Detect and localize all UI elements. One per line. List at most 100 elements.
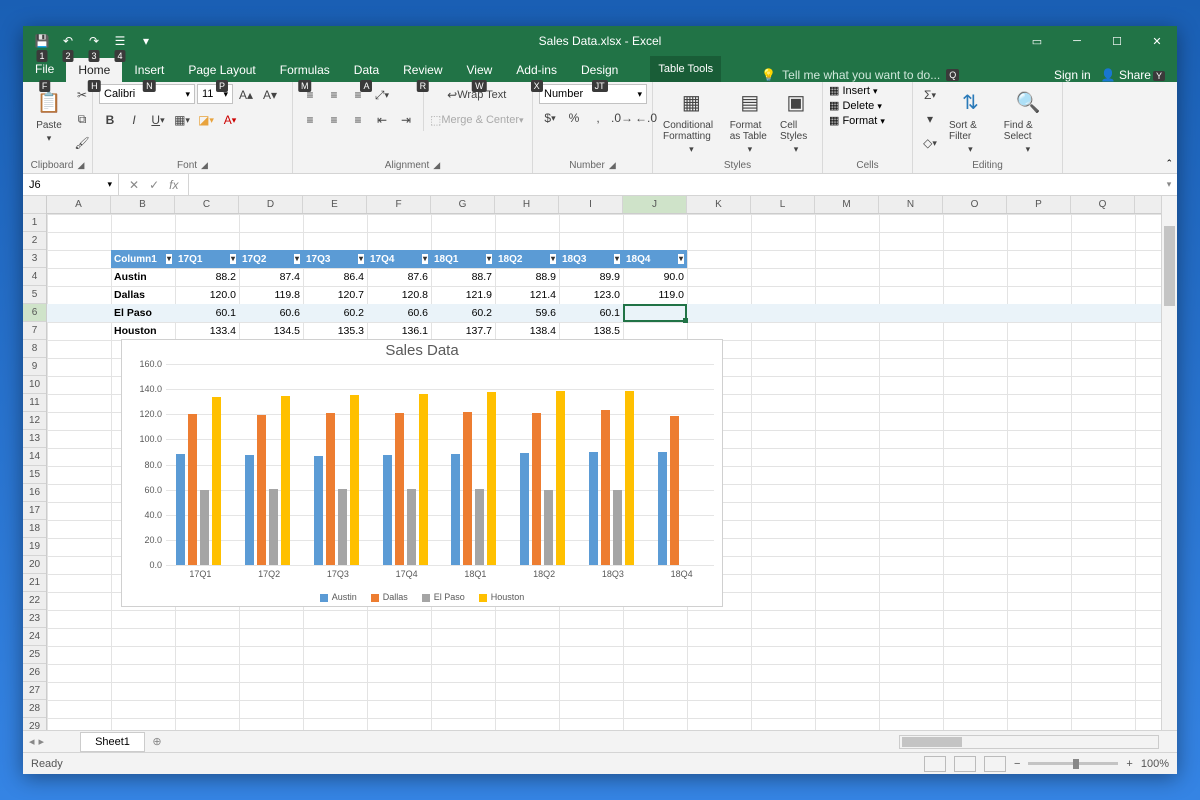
table-cell[interactable]: 120.0 xyxy=(175,286,239,304)
conditional-formatting-button[interactable]: ▦Conditional Formatting▾ xyxy=(659,84,724,157)
format-cells-button[interactable]: ▦ Format ▾ xyxy=(829,114,885,127)
column-header[interactable]: H xyxy=(495,196,559,213)
align-middle-icon[interactable]: ≡ xyxy=(323,84,345,106)
row-header[interactable]: 16 xyxy=(23,484,46,502)
table-cell[interactable]: 123.0 xyxy=(559,286,623,304)
border-icon[interactable]: ▦▾ xyxy=(171,109,193,131)
table-header-cell[interactable]: 17Q4▾ xyxy=(367,250,431,268)
align-left-icon[interactable]: ≡ xyxy=(299,109,321,131)
percent-format-icon[interactable]: % xyxy=(563,107,585,129)
new-sheet-icon[interactable]: ⊕ xyxy=(145,735,169,748)
column-header[interactable]: J xyxy=(623,196,687,213)
tab-scroll-right-icon[interactable]: ▸ xyxy=(39,735,45,748)
column-header[interactable]: F xyxy=(367,196,431,213)
delete-cells-button[interactable]: ▦ Delete ▾ xyxy=(829,99,882,112)
page-break-view-icon[interactable] xyxy=(984,756,1006,772)
ribbon-tab-insert[interactable]: InsertN xyxy=(122,58,176,82)
table-cell[interactable]: 135.3 xyxy=(303,322,367,340)
table-cell[interactable]: Dallas xyxy=(111,286,175,304)
table-cell[interactable]: 60.6 xyxy=(367,304,431,322)
qat-touch-icon[interactable]: ☰4 xyxy=(109,30,131,52)
vertical-scrollbar[interactable] xyxy=(1161,196,1177,730)
table-cell[interactable]: 134.5 xyxy=(239,322,303,340)
minimize-icon[interactable]: ─ xyxy=(1057,26,1097,56)
increase-indent-icon[interactable]: ⇥ xyxy=(395,109,417,131)
row-header[interactable]: 10 xyxy=(23,376,46,394)
row-header[interactable]: 27 xyxy=(23,682,46,700)
ribbon-tab-data[interactable]: DataA xyxy=(342,58,391,82)
align-right-icon[interactable]: ≡ xyxy=(347,109,369,131)
row-header[interactable]: 20 xyxy=(23,556,46,574)
row-header[interactable]: 6 xyxy=(23,304,46,322)
table-cell[interactable]: El Paso xyxy=(111,304,175,322)
underline-button[interactable]: U▾ xyxy=(147,109,169,131)
find-select-button[interactable]: 🔍Find & Select▾ xyxy=(1000,84,1056,157)
table-cell[interactable]: Austin xyxy=(111,268,175,286)
clear-icon[interactable]: ◇▾ xyxy=(919,132,941,154)
accounting-format-icon[interactable]: $▾ xyxy=(539,107,561,129)
table-header-cell[interactable]: 18Q1▾ xyxy=(431,250,495,268)
cancel-formula-icon[interactable]: ✕ xyxy=(129,178,139,192)
row-header[interactable]: 15 xyxy=(23,466,46,484)
row-header[interactable]: 19 xyxy=(23,538,46,556)
name-box[interactable]: J6▾ xyxy=(23,174,119,195)
orientation-icon[interactable]: ⤢▾ xyxy=(371,84,393,106)
column-header[interactable]: D xyxy=(239,196,303,213)
qat-redo-icon[interactable]: ↷3 xyxy=(83,30,105,52)
paste-button[interactable]: 📋 Paste▾ xyxy=(29,84,69,146)
table-cell[interactable]: 87.6 xyxy=(367,268,431,286)
table-cell[interactable]: 60.2 xyxy=(431,304,495,322)
font-color-icon[interactable]: A▾ xyxy=(219,109,241,131)
signin-link[interactable]: Sign in xyxy=(1054,68,1091,82)
ribbon-tab-review[interactable]: ReviewR xyxy=(391,58,454,82)
row-header[interactable]: 9 xyxy=(23,358,46,376)
table-cell[interactable]: 136.1 xyxy=(367,322,431,340)
zoom-slider[interactable] xyxy=(1028,762,1118,765)
column-header[interactable]: Q xyxy=(1071,196,1135,213)
chart[interactable]: Sales Data 0.020.040.060.080.0100.0120.0… xyxy=(121,339,723,607)
column-header[interactable]: O xyxy=(943,196,1007,213)
close-icon[interactable]: ✕ xyxy=(1137,26,1177,56)
table-cell[interactable]: 90.0 xyxy=(623,268,687,286)
ribbon-tab-design[interactable]: DesignJT xyxy=(569,58,630,82)
row-header[interactable]: 4 xyxy=(23,268,46,286)
row-header[interactable]: 17 xyxy=(23,502,46,520)
table-header-cell[interactable]: 17Q3▾ xyxy=(303,250,367,268)
row-header[interactable]: 28 xyxy=(23,700,46,718)
table-cell[interactable]: 88.7 xyxy=(431,268,495,286)
table-cell[interactable]: 119.8 xyxy=(239,286,303,304)
row-header[interactable]: 8 xyxy=(23,340,46,358)
autosum-icon[interactable]: Σ▾ xyxy=(919,84,941,106)
expand-formula-bar-icon[interactable]: ▾ xyxy=(1161,174,1177,195)
row-header[interactable]: 3 xyxy=(23,250,46,268)
table-cell[interactable]: 121.9 xyxy=(431,286,495,304)
merge-center-button[interactable]: ⬚ Merge & Center▾ xyxy=(430,109,524,131)
enter-formula-icon[interactable]: ✓ xyxy=(149,178,159,192)
table-cell[interactable]: 121.4 xyxy=(495,286,559,304)
table-header-cell[interactable]: 17Q2▾ xyxy=(239,250,303,268)
tell-me-search[interactable]: 💡 Tell me what you want to do... Q xyxy=(761,68,959,82)
table-cell[interactable]: 86.4 xyxy=(303,268,367,286)
table-cell[interactable]: 88.9 xyxy=(495,268,559,286)
column-header[interactable]: G xyxy=(431,196,495,213)
row-header[interactable]: 23 xyxy=(23,610,46,628)
zoom-in-icon[interactable]: + xyxy=(1126,758,1132,770)
row-header[interactable]: 18 xyxy=(23,520,46,538)
increase-decimal-icon[interactable]: .0→ xyxy=(611,107,633,129)
zoom-out-icon[interactable]: − xyxy=(1014,758,1020,770)
table-cell[interactable]: 138.4 xyxy=(495,322,559,340)
decrease-font-icon[interactable]: A▾ xyxy=(259,84,281,106)
row-header[interactable]: 14 xyxy=(23,448,46,466)
table-header-cell[interactable]: Column1▾ xyxy=(111,250,175,268)
sheet-tab-sheet1[interactable]: Sheet1 xyxy=(80,732,145,752)
column-header[interactable]: L xyxy=(751,196,815,213)
table-cell[interactable]: 119.0 xyxy=(623,286,687,304)
ribbon-options-icon[interactable]: ▭ xyxy=(1017,26,1057,56)
horizontal-scrollbar[interactable] xyxy=(899,735,1159,749)
fill-icon[interactable]: ▾ xyxy=(919,108,941,130)
table-cell[interactable]: 60.1 xyxy=(559,304,623,322)
decrease-indent-icon[interactable]: ⇤ xyxy=(371,109,393,131)
sort-filter-button[interactable]: ⇅Sort & Filter▾ xyxy=(945,84,996,157)
table-cell[interactable]: 88.2 xyxy=(175,268,239,286)
table-cell[interactable]: 120.7 xyxy=(303,286,367,304)
